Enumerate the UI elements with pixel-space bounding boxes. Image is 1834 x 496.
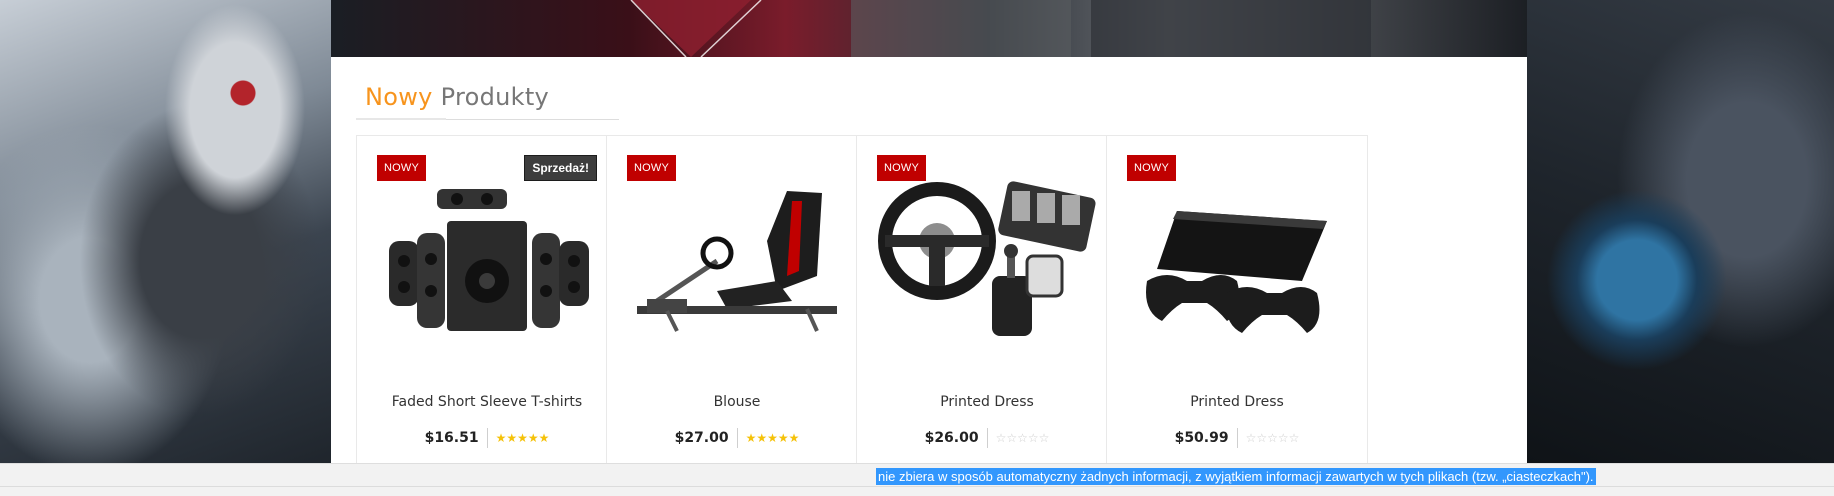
new-products-section: Nowy Produkty NOWY Sprzedaż! Faded Short…	[331, 57, 1527, 465]
product-image-speaker-system[interactable]	[377, 181, 599, 341]
hero-banner[interactable]	[331, 0, 1527, 57]
rating-stars: ☆☆☆☆☆	[995, 431, 1050, 445]
product-name[interactable]: Printed Dress	[857, 394, 1117, 410]
product-price: $50.99	[1175, 428, 1238, 448]
price-rating-row: $16.51 ★★★★★	[357, 428, 617, 448]
price-rating-row: $26.00 ☆☆☆☆☆	[857, 428, 1117, 448]
product-name[interactable]: Blouse	[607, 394, 867, 410]
section-title-accent: Nowy	[365, 83, 433, 111]
price-rating-row: $27.00 ★★★★★	[607, 428, 867, 448]
product-price: $27.00	[675, 428, 738, 448]
cookie-notice-bar: nie zbiera w sposób automatyczny żadnych…	[0, 463, 1834, 496]
product-card[interactable]: NOWY Blouse $27.00 ★★★★★	[606, 135, 868, 465]
product-name[interactable]: Printed Dress	[1107, 394, 1367, 410]
background-right-artwork	[1527, 0, 1834, 463]
product-card[interactable]: NOWY Sprzedaż! Faded Short Sleeve T-shir…	[356, 135, 618, 465]
new-badge: NOWY	[627, 155, 677, 181]
section-title-rest: Produkty	[440, 83, 550, 111]
new-badge: NOWY	[1127, 155, 1177, 181]
rating-stars: ☆☆☆☆☆	[1245, 431, 1300, 445]
new-badge: NOWY	[877, 155, 927, 181]
product-name[interactable]: Faded Short Sleeve T-shirts	[357, 394, 617, 410]
price-rating-row: $50.99 ☆☆☆☆☆	[1107, 428, 1367, 448]
new-badge: NOWY	[377, 155, 427, 181]
product-image-racing-seat[interactable]	[627, 181, 849, 341]
product-price: $16.51	[425, 428, 488, 448]
hero-banner-graphic	[630, 0, 1371, 57]
background-left-artwork	[0, 0, 331, 463]
product-image-steering-wheel-set[interactable]	[877, 181, 1099, 341]
sale-badge: Sprzedaż!	[524, 155, 597, 181]
product-price: $26.00	[925, 428, 988, 448]
product-card[interactable]: NOWY Printed Dress $26.00 ☆☆☆☆☆	[856, 135, 1118, 465]
cookie-notice-text: nie zbiera w sposób automatyczny żadnych…	[876, 468, 1596, 485]
rating-stars: ★★★★★	[745, 431, 800, 445]
title-underline-accent	[356, 118, 446, 120]
divider	[0, 486, 1834, 487]
product-card[interactable]: NOWY Printed Dress $50.99 ☆☆☆☆☆	[1106, 135, 1368, 465]
product-image-game-console[interactable]	[1127, 181, 1349, 341]
rating-stars: ★★★★★	[495, 431, 550, 445]
section-title: Nowy Produkty	[365, 83, 549, 111]
